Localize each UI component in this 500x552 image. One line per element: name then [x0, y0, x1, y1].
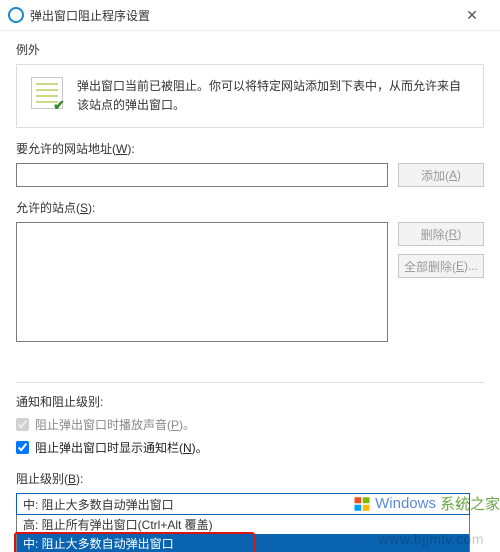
divider: [16, 382, 484, 383]
sound-checkbox-row[interactable]: 阻止弹出窗口时播放声音(P)。: [16, 416, 484, 433]
window-title: 弹出窗口阻止程序设置: [30, 7, 452, 24]
close-icon[interactable]: ✕: [452, 0, 492, 30]
notify-block-heading: 通知和阻止级别:: [16, 393, 484, 410]
titlebar: 弹出窗口阻止程序设置 ✕: [0, 0, 500, 31]
ie-popup-icon: [8, 7, 24, 23]
block-level-option-medium[interactable]: 中: 阻止大多数自动弹出窗口: [17, 534, 469, 552]
allowed-sites-row: 删除(R) 全部删除(E)...: [16, 222, 484, 342]
block-level-option-high[interactable]: 高: 阻止所有弹出窗口(Ctrl+Alt 覆盖): [17, 515, 469, 534]
allow-address-row: 添加(A): [16, 163, 484, 187]
allowed-sites-list[interactable]: [16, 222, 388, 342]
block-level-dropdown[interactable]: 中: 阻止大多数自动弹出窗口 ⌄: [16, 493, 470, 515]
exceptions-heading: 例外: [16, 41, 484, 58]
bar-checkbox-label: 阻止弹出窗口时显示通知栏(N)。: [35, 439, 208, 456]
allow-address-input[interactable]: [16, 163, 388, 187]
allowed-sites-buttons: 删除(R) 全部删除(E)...: [398, 222, 484, 342]
sheet-check-icon: ✔: [31, 77, 63, 109]
chevron-down-icon: ⌄: [455, 499, 463, 510]
block-level-label: 阻止级别(B):: [16, 470, 484, 487]
delete-all-button[interactable]: 全部删除(E)...: [398, 254, 484, 278]
exceptions-info-box: ✔ 弹出窗口当前已被阻止。你可以将特定网站添加到下表中，从而允许来自该站点的弹出…: [16, 64, 484, 128]
notify-checkboxes: 阻止弹出窗口时播放声音(P)。 阻止弹出窗口时显示通知栏(N)。: [16, 416, 484, 456]
sound-checkbox-label: 阻止弹出窗口时播放声音(P)。: [35, 416, 195, 433]
bar-checkbox-row[interactable]: 阻止弹出窗口时显示通知栏(N)。: [16, 439, 484, 456]
block-level-dropdown-wrap: 中: 阻止大多数自动弹出窗口 ⌄ 高: 阻止所有弹出窗口(Ctrl+Alt 覆盖…: [16, 493, 470, 515]
block-level-options: 高: 阻止所有弹出窗口(Ctrl+Alt 覆盖) 中: 阻止大多数自动弹出窗口 …: [16, 515, 470, 552]
bar-checkbox[interactable]: [16, 441, 29, 454]
dropdown-value: 中: 阻止大多数自动弹出窗口: [23, 496, 174, 513]
add-button[interactable]: 添加(A): [398, 163, 484, 187]
dialog-body: 例外 ✔ 弹出窗口当前已被阻止。你可以将特定网站添加到下表中，从而允许来自该站点…: [0, 31, 500, 515]
allow-address-label: 要允许的网站地址(W):: [16, 140, 484, 157]
sound-checkbox[interactable]: [16, 418, 29, 431]
delete-button[interactable]: 删除(R): [398, 222, 484, 246]
exceptions-info-text: 弹出窗口当前已被阻止。你可以将特定网站添加到下表中，从而允许来自该站点的弹出窗口…: [77, 77, 469, 115]
allowed-sites-label: 允许的站点(S):: [16, 199, 484, 216]
